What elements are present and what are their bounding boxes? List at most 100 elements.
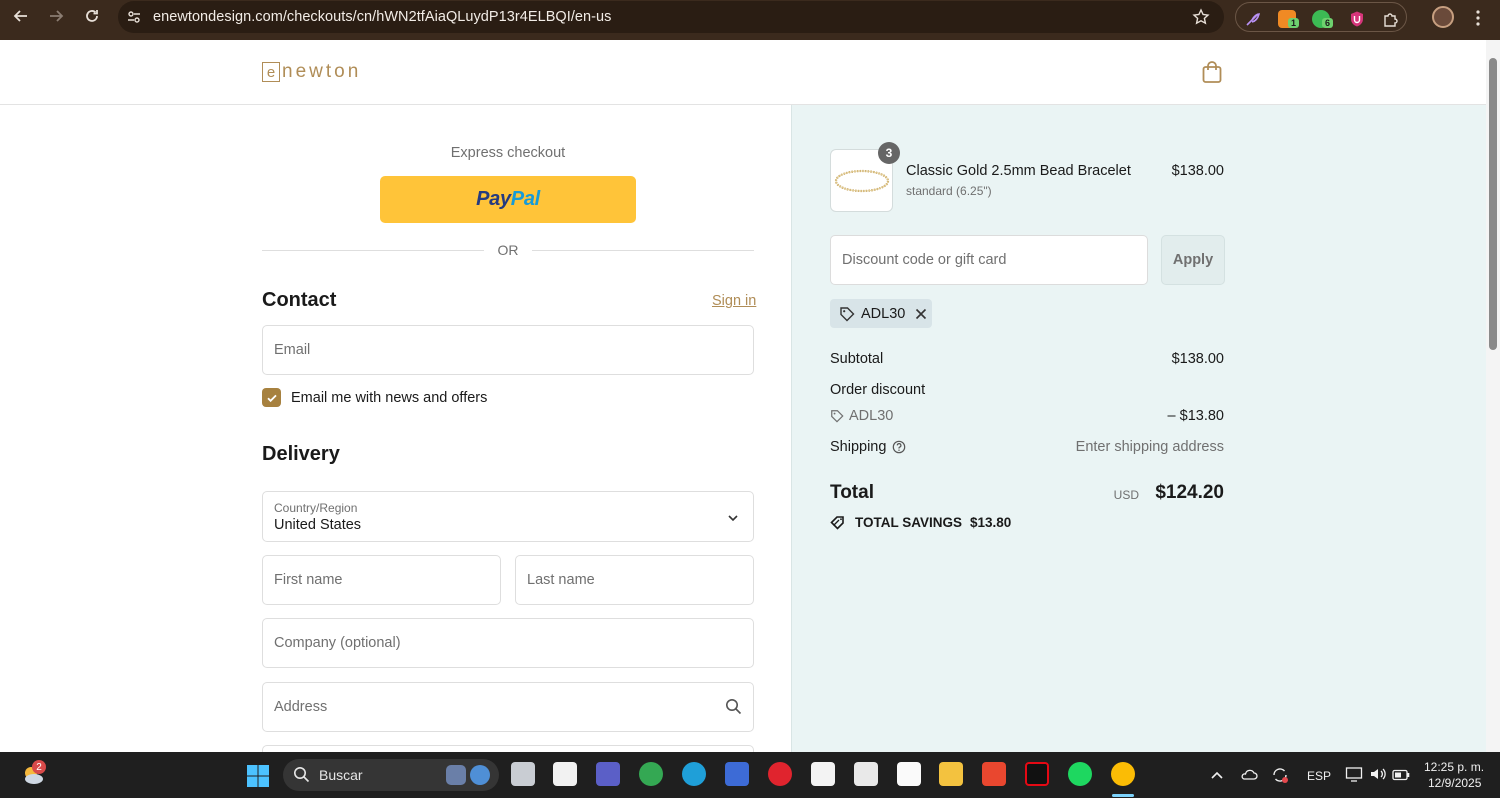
opera-icon[interactable] [768,762,792,786]
email-field[interactable]: Email [262,325,754,375]
windows-start-icon[interactable] [246,764,270,793]
checkout-form: Express checkout PayPal OR Contact Sign … [0,105,791,752]
discount-placeholder: Discount code or gift card [842,252,1007,268]
applied-code: ADL30 [861,305,906,322]
menu-dots-icon[interactable] [1474,9,1482,32]
file-explorer-icon[interactable] [939,762,963,786]
netflix-icon[interactable] [1025,762,1049,786]
teams-icon[interactable] [596,762,620,786]
edge-icon[interactable] [682,762,706,786]
newsletter-checkbox[interactable] [262,388,281,407]
paypal-logo-pay: Pay [476,188,511,210]
first-name-field[interactable]: First name [262,555,501,605]
reload-icon[interactable] [80,4,104,28]
total-label: Total [830,482,874,503]
order-discount-label: Order discount [830,382,926,398]
profile-avatar[interactable] [1432,6,1454,28]
paypal-button[interactable]: PayPal [380,176,636,223]
windows-taskbar: 2 Buscar ESP 12:25 p. m. 12/9/2025 [0,752,1500,798]
clock-time[interactable]: 12:25 p. m. [1424,760,1484,774]
volume-icon[interactable] [1369,766,1387,787]
site-settings-icon[interactable] [126,9,142,30]
microsoft-store-icon[interactable] [854,762,878,786]
discount-code-row: ADL30 [830,408,893,424]
tag-icon [831,410,844,423]
search-icon [293,766,310,788]
logo-mark: e [262,62,280,82]
extensions-group: 1 6 [1235,2,1407,32]
shield-extension-icon[interactable] [1348,10,1366,28]
amazon-icon[interactable] [811,762,835,786]
country-select[interactable]: Country/Region United States [262,491,754,542]
company-placeholder: Company (optional) [274,635,401,651]
chevron-down-icon [727,511,739,529]
task-view-icon[interactable] [511,762,535,786]
product-price: $138.00 [1171,163,1224,179]
discount-code-input[interactable]: Discount code or gift card [830,235,1148,285]
subtotal-label: Subtotal [830,351,884,367]
brave-icon[interactable] [982,762,1006,786]
help-icon[interactable] [892,440,906,454]
tag-icon [840,306,855,321]
chrome-profile-icon[interactable] [1111,762,1135,786]
logo-text: newton [282,61,362,82]
apartment-field[interactable] [262,745,754,752]
back-icon[interactable] [9,4,33,28]
subtotal-value: $138.00 [1171,351,1224,367]
clock-date[interactable]: 12/9/2025 [1428,776,1481,790]
product-name: Classic Gold 2.5mm Bead Bracelet [906,163,1131,179]
shopping-bag-icon[interactable] [1201,60,1223,89]
or-divider: OR [262,242,754,260]
sign-in-link[interactable]: Sign in [712,293,756,309]
country-label: Country/Region [274,501,358,515]
sync-icon[interactable] [1271,766,1289,784]
puzzle-extensions-icon[interactable] [1382,10,1400,28]
country-value: United States [274,517,362,533]
apply-button[interactable]: Apply [1161,235,1225,285]
remove-discount-icon[interactable] [915,308,927,320]
bracelet-image [834,169,889,192]
battery-icon[interactable] [1392,768,1410,786]
shipping-label: Shipping [830,439,887,455]
language-indicator[interactable]: ESP [1307,769,1331,783]
onedrive-icon[interactable] [1240,766,1258,782]
address-placeholder: Address [274,699,328,715]
last-name-field[interactable]: Last name [515,555,754,605]
last-name-placeholder: Last name [527,572,595,588]
paypal-logo-pal: Pal [510,188,540,210]
total-value: $124.20 [1155,482,1224,503]
spotify-icon[interactable] [1068,762,1092,786]
bookmark-star-icon[interactable] [1192,8,1210,31]
scrollbar-thumb[interactable] [1489,58,1497,350]
extension-badge: 6 [1322,18,1334,28]
search-label: Buscar [319,767,363,783]
order-summary: 3 Classic Gold 2.5mm Bead Bracelet stand… [791,105,1486,752]
forward-icon[interactable] [44,4,68,28]
feather-extension-icon[interactable] [1244,10,1262,28]
network-icon[interactable] [1345,766,1363,787]
search-icon[interactable] [725,698,742,720]
savings-tag-icon [830,516,844,530]
address-field[interactable]: Address [262,682,754,732]
tray-expand-icon[interactable] [1210,768,1224,786]
taskbar-search[interactable]: Buscar [283,759,499,791]
savings-value: $13.80 [970,515,1012,530]
discount-code: ADL30 [849,408,894,424]
site-logo[interactable]: e newton [262,61,361,83]
chrome-icon[interactable] [639,762,663,786]
express-checkout-label: Express checkout [450,145,566,161]
savings-label: TOTAL SAVINGS [855,515,963,530]
company-field[interactable]: Company (optional) [262,618,754,668]
active-app-indicator [1112,794,1134,797]
total-currency: USD [1113,488,1139,502]
app-icon[interactable] [725,762,749,786]
notepad-icon[interactable] [897,762,921,786]
url-text: enewtondesign.com/checkouts/cn/hWN2tfAia… [153,9,612,25]
search-highlight-icon [446,765,466,785]
notion-icon[interactable] [553,762,577,786]
address-bar[interactable]: enewtondesign.com/checkouts/cn/hWN2tfAia… [118,1,1224,33]
email-placeholder: Email [274,342,311,358]
check-icon [266,394,277,402]
copilot-search-icon [470,765,490,785]
contact-title: Contact [262,289,337,311]
